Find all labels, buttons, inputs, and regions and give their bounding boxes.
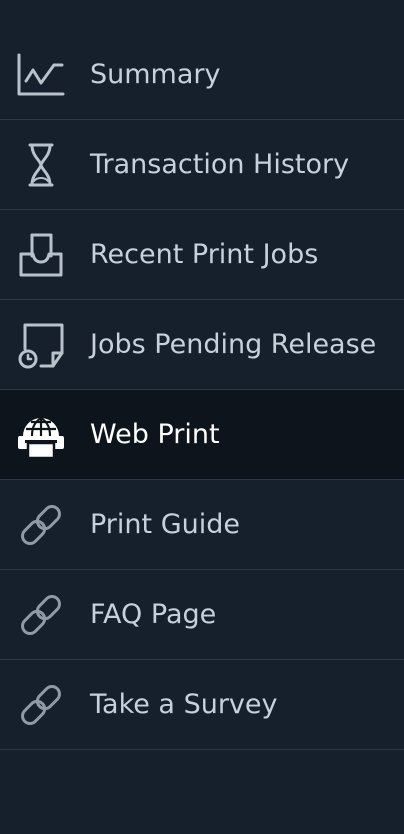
sidebar-item-web-print[interactable]: Web Print bbox=[0, 390, 404, 480]
sidebar-item-label: Summary bbox=[90, 59, 221, 90]
sidebar: Summary Transaction History Recent Print… bbox=[0, 0, 404, 834]
hourglass-icon bbox=[16, 140, 66, 190]
sidebar-item-label: FAQ Page bbox=[90, 599, 217, 630]
link-icon bbox=[16, 590, 66, 640]
sidebar-item-label: Web Print bbox=[90, 419, 220, 450]
link-icon bbox=[16, 680, 66, 730]
sidebar-item-recent-print-jobs[interactable]: Recent Print Jobs bbox=[0, 210, 404, 300]
globe-printer-icon bbox=[16, 410, 66, 460]
sidebar-item-faq-page[interactable]: FAQ Page bbox=[0, 570, 404, 660]
sidebar-item-summary[interactable]: Summary bbox=[0, 30, 404, 120]
chart-line-icon bbox=[16, 50, 66, 100]
sidebar-item-label: Recent Print Jobs bbox=[90, 239, 319, 270]
sidebar-item-label: Print Guide bbox=[90, 509, 240, 540]
sidebar-item-print-guide[interactable]: Print Guide bbox=[0, 480, 404, 570]
clock-page-icon bbox=[16, 320, 66, 370]
printer-tray-icon bbox=[16, 230, 66, 280]
link-icon bbox=[16, 500, 66, 550]
sidebar-item-label: Jobs Pending Release bbox=[90, 329, 377, 360]
sidebar-item-transaction-history[interactable]: Transaction History bbox=[0, 120, 404, 210]
sidebar-item-label: Transaction History bbox=[90, 149, 350, 180]
sidebar-item-label: Take a Survey bbox=[90, 689, 278, 720]
sidebar-nav: Summary Transaction History Recent Print… bbox=[0, 30, 404, 750]
sidebar-item-jobs-pending-release[interactable]: Jobs Pending Release bbox=[0, 300, 404, 390]
sidebar-item-take-a-survey[interactable]: Take a Survey bbox=[0, 660, 404, 750]
